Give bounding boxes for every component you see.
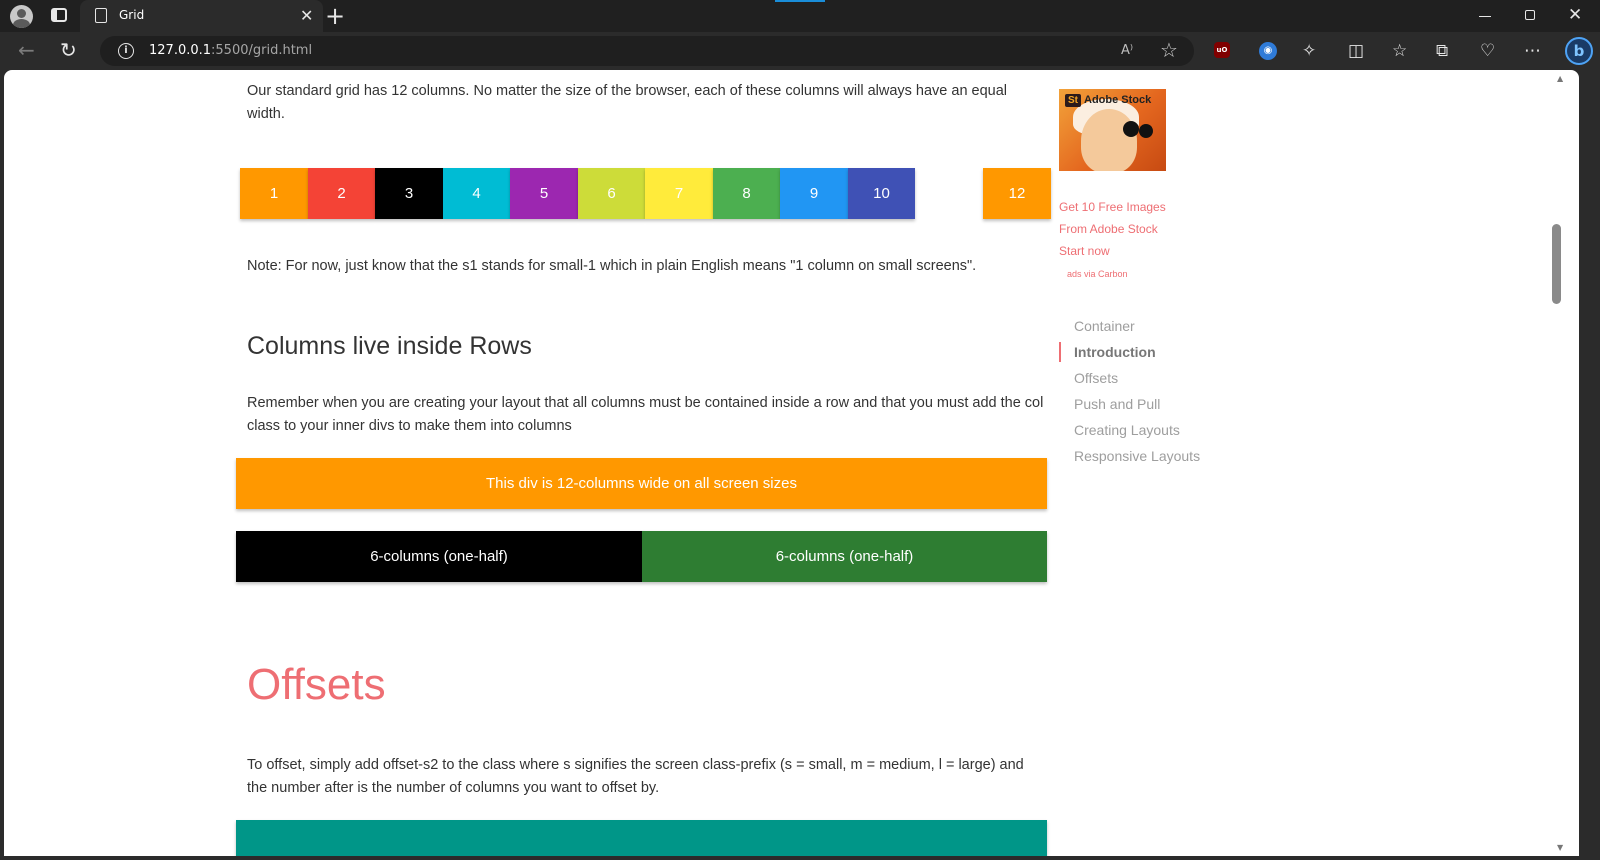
tab-actions-icon[interactable] bbox=[51, 8, 67, 22]
browser-essentials-icon[interactable]: ♡ bbox=[1480, 40, 1495, 62]
offsets-heading: Offsets bbox=[247, 660, 386, 709]
rows-paragraph: Remember when you are creating your layo… bbox=[247, 395, 1044, 434]
split-screen-icon[interactable]: ◫ bbox=[1348, 40, 1364, 62]
grid-column: 7 bbox=[645, 168, 713, 219]
grid-column: 2 bbox=[308, 168, 375, 219]
favorites-icon[interactable]: ☆ bbox=[1392, 40, 1407, 62]
full-width-column: This div is 12-columns wide on all scree… bbox=[236, 458, 1047, 509]
note-paragraph: Note: For now, just know that the s1 sta… bbox=[247, 258, 977, 274]
grid-column: 8 bbox=[713, 168, 780, 219]
ad-image[interactable]: St Adobe Stock bbox=[1059, 89, 1166, 171]
offsets-paragraph: To offset, simply add offset-s2 to the c… bbox=[247, 757, 1024, 796]
toc-active-indicator bbox=[1059, 342, 1061, 362]
window-close-icon[interactable]: ✕ bbox=[1568, 4, 1582, 26]
intro-paragraph: Our standard grid has 12 columns. No mat… bbox=[247, 83, 1008, 122]
url-text[interactable]: 127.0.0.1:5500/grid.html bbox=[149, 42, 312, 60]
read-aloud-icon[interactable]: A⁾ bbox=[1121, 41, 1133, 61]
grid-column: 6 bbox=[578, 168, 645, 219]
rows-heading: Columns live inside Rows bbox=[247, 332, 532, 360]
profile-avatar-icon[interactable] bbox=[10, 5, 33, 28]
toc-item-container[interactable]: Container bbox=[1074, 316, 1135, 336]
minimize-icon[interactable] bbox=[1479, 16, 1491, 17]
scroll-down-icon[interactable]: ▼ bbox=[1557, 843, 1563, 852]
ad-line[interactable]: From Adobe Stock bbox=[1059, 218, 1158, 240]
toc-item-introduction[interactable]: Introduction bbox=[1074, 342, 1156, 362]
ublock-extension-icon[interactable]: uO bbox=[1214, 42, 1230, 58]
toc-item-responsive-layouts[interactable]: Responsive Layouts bbox=[1074, 446, 1200, 466]
grid-column: 4 bbox=[443, 168, 510, 219]
more-menu-icon[interactable]: ⋯ bbox=[1524, 40, 1541, 62]
grid-column: 12 bbox=[983, 168, 1051, 219]
half-column-right: 6-columns (one-half) bbox=[642, 531, 1047, 582]
toc-item-offsets[interactable]: Offsets bbox=[1074, 368, 1118, 388]
back-icon[interactable]: ← bbox=[18, 37, 35, 63]
tab-close-icon[interactable]: ✕ bbox=[300, 6, 313, 26]
adobe-stock-logo: St Adobe Stock bbox=[1065, 94, 1151, 107]
collections-icon[interactable]: ⧉ bbox=[1436, 40, 1448, 62]
grid-column: 10 bbox=[848, 168, 915, 219]
ads-via-carbon[interactable]: ads via Carbon bbox=[1067, 269, 1128, 279]
ad-line[interactable]: Start now bbox=[1059, 240, 1110, 262]
grid-column: 1 bbox=[240, 168, 308, 219]
half-column-left: 6-columns (one-half) bbox=[236, 531, 642, 582]
tab-grid[interactable] bbox=[80, 0, 323, 32]
titlebar-accent bbox=[775, 0, 825, 2]
toc-item-creating-layouts[interactable]: Creating Layouts bbox=[1074, 420, 1180, 440]
reload-icon[interactable]: ↻ bbox=[60, 37, 77, 63]
grid-column: 9 bbox=[780, 168, 848, 219]
scroll-up-icon[interactable]: ▲ bbox=[1557, 74, 1563, 83]
site-info-icon[interactable]: i bbox=[118, 43, 134, 59]
extensions-puzzle-icon[interactable]: ✧ bbox=[1302, 40, 1316, 62]
scrollbar-thumb[interactable] bbox=[1552, 224, 1561, 304]
offset-demo-column bbox=[236, 820, 1047, 856]
document-icon bbox=[95, 8, 107, 23]
scrollbar[interactable] bbox=[1555, 70, 1567, 856]
copilot-icon[interactable]: b bbox=[1565, 37, 1593, 65]
grid-column: 3 bbox=[375, 168, 443, 219]
tab-title: Grid bbox=[119, 8, 145, 22]
restore-icon[interactable] bbox=[1525, 10, 1535, 20]
grid-column: 5 bbox=[510, 168, 578, 219]
ad-line[interactable]: Get 10 Free Images bbox=[1059, 196, 1166, 218]
toc-item-push-and-pull[interactable]: Push and Pull bbox=[1074, 394, 1160, 414]
favorite-star-icon[interactable]: ☆ bbox=[1160, 38, 1178, 62]
new-tab-button[interactable]: + bbox=[325, 2, 345, 30]
page-viewport: Our standard grid has 12 columns. No mat… bbox=[4, 70, 1579, 856]
grid-demo-row: 1 2 3 4 5 6 7 8 9 10 12 bbox=[240, 168, 1052, 219]
extension-icon[interactable]: ◉ bbox=[1259, 42, 1277, 60]
